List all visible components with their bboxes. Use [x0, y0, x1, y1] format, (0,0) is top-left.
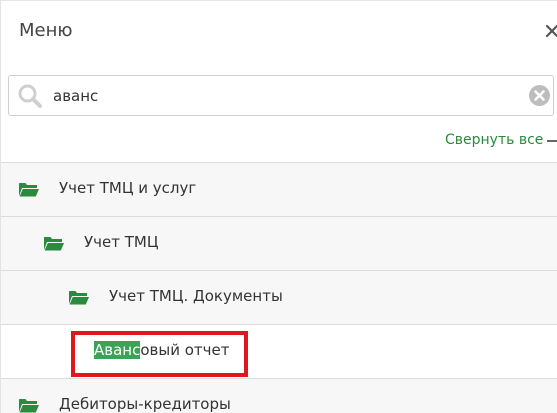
- search-box: [8, 75, 554, 116]
- search-match-highlight: Аванс: [94, 341, 141, 359]
- collapse-all-icon[interactable]: [547, 140, 557, 142]
- tree-item-tmc[interactable]: Учет ТМЦ: [1, 216, 557, 270]
- search-icon: [17, 83, 43, 109]
- tree-item-tmc-services[interactable]: Учет ТМЦ и услуг: [1, 162, 557, 216]
- top-divider: [1, 0, 557, 1]
- close-icon[interactable]: [543, 20, 557, 44]
- tree-item-label: Авансовый отчет: [94, 341, 229, 359]
- clear-icon[interactable]: [528, 84, 551, 107]
- folder-open-icon: [19, 399, 39, 413]
- folder-open-icon: [19, 183, 39, 197]
- collapse-all-link[interactable]: Свернуть все: [445, 132, 543, 148]
- folder-open-icon: [69, 291, 89, 305]
- menu-panel: Меню Свернуть все Учет: [0, 0, 557, 413]
- tree-item-label: Учет ТМЦ: [84, 233, 159, 251]
- tree-item-label: Учет ТМЦ. Документы: [109, 287, 283, 305]
- tree-item-label: Дебиторы-кредиторы: [59, 395, 231, 413]
- menu-title: Меню: [19, 20, 73, 41]
- tree-item-advance-report[interactable]: Авансовый отчет: [1, 324, 557, 378]
- folder-open-icon: [44, 237, 64, 251]
- search-input[interactable]: [53, 83, 523, 109]
- tree-item-debtors-creditors[interactable]: Дебиторы-кредиторы: [1, 378, 557, 413]
- tree-item-label: Учет ТМЦ и услуг: [59, 179, 197, 197]
- tree-item-tmc-documents[interactable]: Учет ТМЦ. Документы: [1, 270, 557, 324]
- tree-item-label-rest: овый отчет: [140, 341, 230, 359]
- menu-tree: Учет ТМЦ и услуг Учет ТМЦ Учет ТМЦ. Доку…: [1, 162, 557, 413]
